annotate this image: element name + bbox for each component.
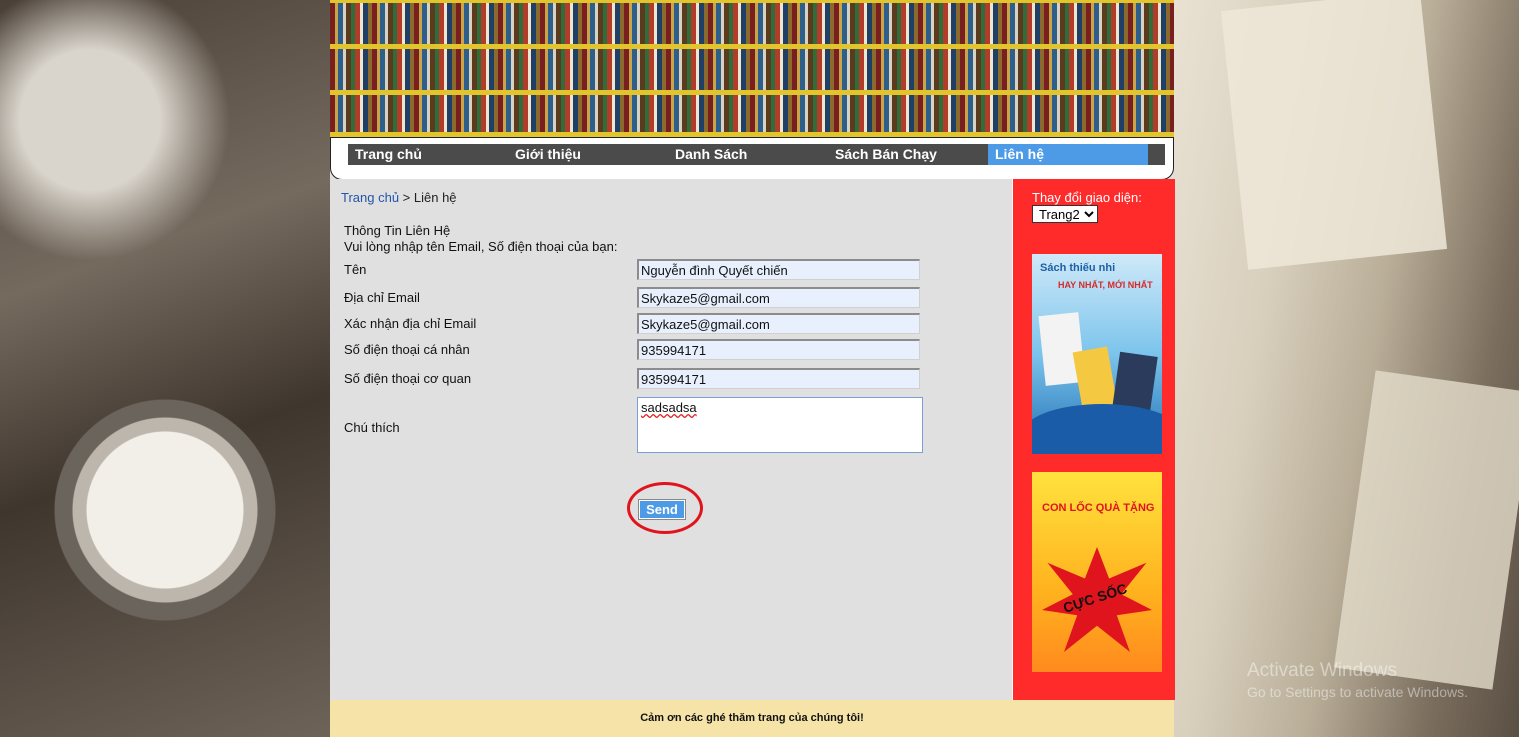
site-container: Trang chủ Giới thiệu Danh Sách Sách Bán … bbox=[330, 0, 1175, 737]
background-paper bbox=[1220, 0, 1448, 270]
background-paper bbox=[1333, 370, 1519, 690]
main-content: Trang chủ > Liên hệ Thông Tin Liên Hệ Vu… bbox=[330, 179, 1012, 700]
form-title: Thông Tin Liên Hệ bbox=[344, 223, 451, 238]
name-label: Tên bbox=[344, 262, 367, 277]
phone-office-label: Số điện thoại cơ quan bbox=[344, 371, 472, 386]
theme-label: Thay đổi giao diện: bbox=[1032, 190, 1142, 205]
breadcrumb-separator: > bbox=[399, 190, 414, 205]
nav-item-about[interactable]: Giới thiệu bbox=[508, 144, 668, 165]
footer: Cảm ơn các ghé thăm trang của chúng tôi! bbox=[330, 700, 1174, 737]
header-banner bbox=[330, 0, 1174, 137]
banner-shelf bbox=[330, 44, 1174, 49]
note-label: Chú thích bbox=[344, 420, 400, 435]
watermark-subtitle: Go to Settings to activate Windows. bbox=[1247, 684, 1468, 700]
send-button[interactable]: Send bbox=[638, 499, 686, 520]
phone-personal-label: Số điện thoại cá nhân bbox=[344, 342, 470, 357]
ad-banner-children-books[interactable]: Sách thiếu nhi HAY NHẤT, MỚI NHẤT bbox=[1032, 254, 1162, 454]
theme-select[interactable]: Trang2 bbox=[1032, 205, 1098, 223]
email-label: Địa chỉ Email bbox=[344, 290, 420, 305]
nav-item-bestsellers[interactable]: Sách Bán Chạy bbox=[828, 144, 988, 165]
nav-item-list[interactable]: Danh Sách bbox=[668, 144, 828, 165]
ad-banner-title: CON LỐC QUÀ TẶNG bbox=[1042, 502, 1155, 514]
breadcrumb: Trang chủ > Liên hệ bbox=[341, 190, 457, 205]
windows-activation-watermark: Activate Windows Go to Settings to activ… bbox=[1247, 660, 1507, 700]
email-field[interactable] bbox=[637, 287, 920, 308]
name-field[interactable] bbox=[637, 259, 920, 280]
sidebar: Thay đổi giao diện: Trang2 Sách thiếu nh… bbox=[1012, 179, 1175, 700]
nav-menu: Trang chủ Giới thiệu Danh Sách Sách Bán … bbox=[348, 144, 1165, 165]
ad-banner-gift-promo[interactable]: CON LỐC QUÀ TẶNG CỰC SỐC bbox=[1032, 472, 1162, 672]
form-subtitle: Vui lòng nhập tên Email, Số điện thoại c… bbox=[344, 239, 618, 254]
background-left bbox=[0, 0, 330, 737]
watermark-title: Activate Windows bbox=[1247, 660, 1397, 681]
navigation-bar: Trang chủ Giới thiệu Danh Sách Sách Bán … bbox=[330, 137, 1174, 180]
breadcrumb-home-link[interactable]: Trang chủ bbox=[341, 190, 399, 205]
ad-banner-subtitle: HAY NHẤT, MỚI NHẤT bbox=[1058, 280, 1153, 290]
banner-shelf bbox=[330, 90, 1174, 95]
email-confirm-field[interactable] bbox=[637, 313, 920, 334]
nav-item-contact[interactable]: Liên hệ bbox=[988, 144, 1148, 165]
note-textarea[interactable]: sadsadsa bbox=[637, 397, 923, 453]
wave-graphic bbox=[1032, 404, 1162, 454]
background-right bbox=[1174, 0, 1519, 737]
email-confirm-label: Xác nhận địa chỉ Email bbox=[344, 316, 477, 331]
banner-shelf bbox=[330, 0, 1174, 3]
phone-personal-field[interactable] bbox=[637, 339, 920, 360]
ad-banner-title: Sách thiếu nhi bbox=[1040, 262, 1116, 274]
phone-office-field[interactable] bbox=[637, 368, 920, 389]
note-text: sadsadsa bbox=[641, 400, 697, 415]
breadcrumb-current: Liên hệ bbox=[413, 190, 457, 205]
nav-item-home[interactable]: Trang chủ bbox=[348, 144, 508, 165]
